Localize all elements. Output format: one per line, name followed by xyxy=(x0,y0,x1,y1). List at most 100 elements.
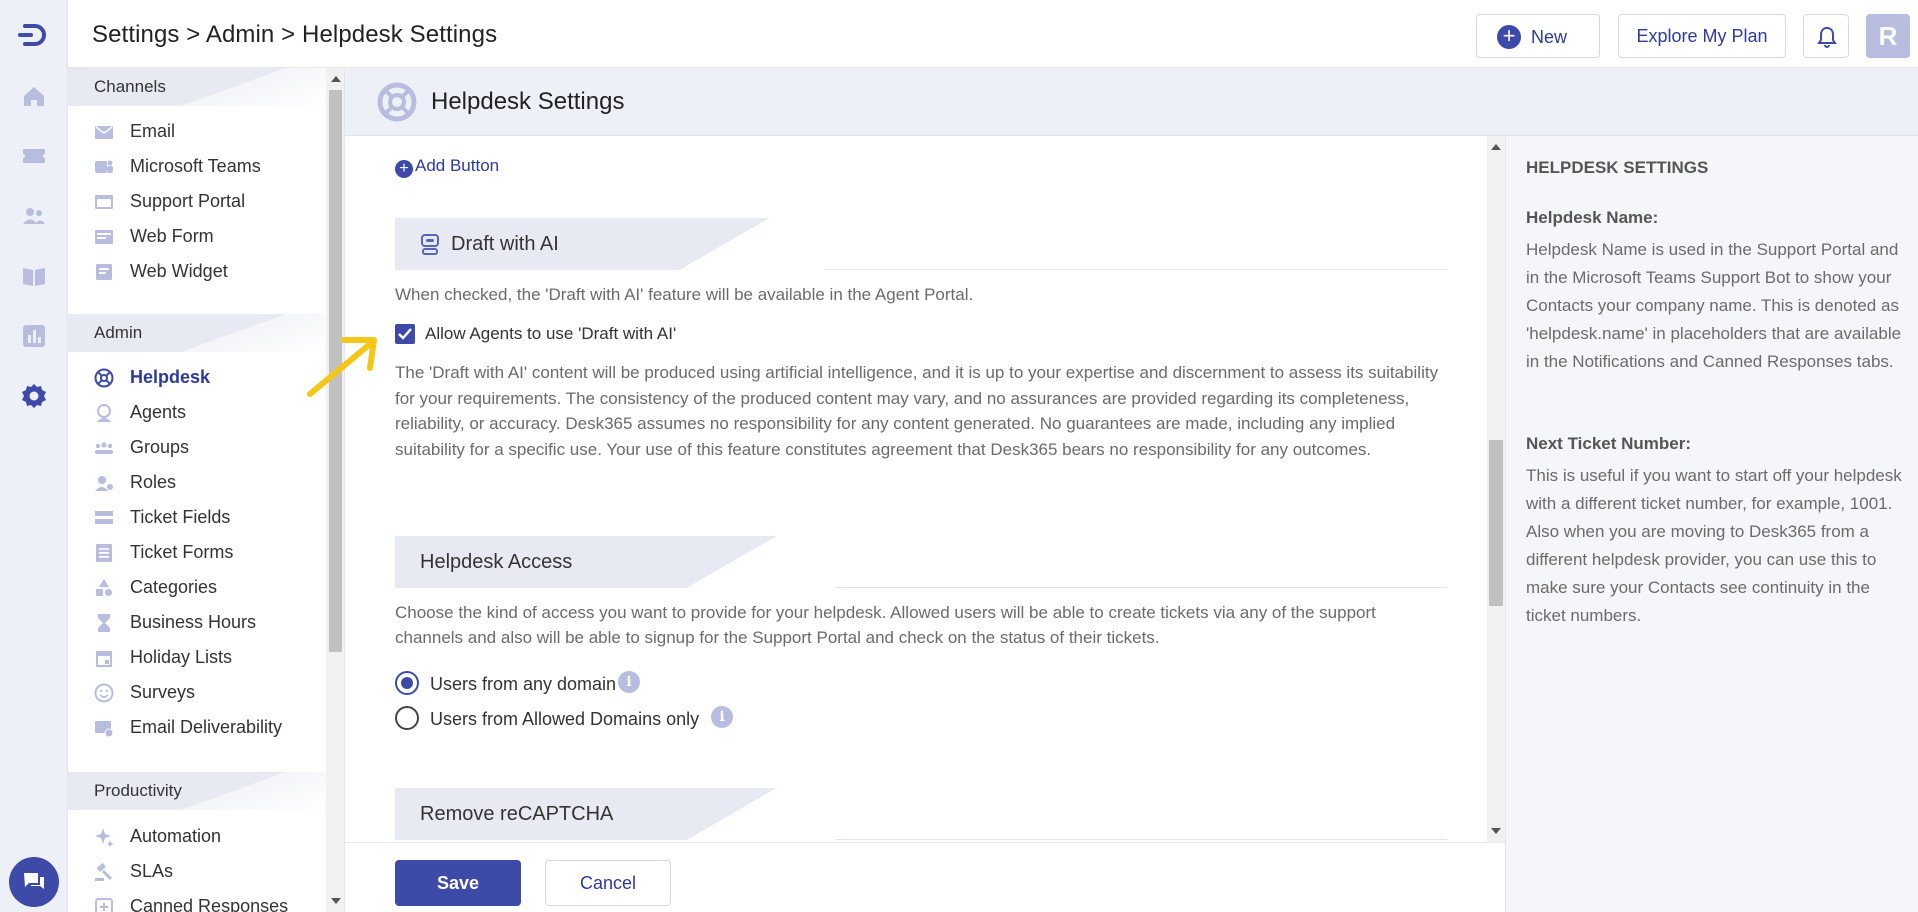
sidebar-item-label: Helpdesk xyxy=(130,367,211,387)
plus-circle-icon: + xyxy=(1497,25,1521,49)
content-scroll-thumb[interactable] xyxy=(1489,440,1503,606)
sidebar-item-groups[interactable]: Groups xyxy=(94,432,324,462)
radio-any-domain-label[interactable]: Users from any domain xyxy=(430,674,616,695)
teams-icon xyxy=(95,160,113,173)
settings-content: + Add Button Draft with AI When checked, … xyxy=(345,136,1487,842)
sidebar-item-email[interactable]: Email xyxy=(94,116,324,146)
sidebar-item-label: Microsoft Teams xyxy=(130,156,261,176)
sidebar-item-surveys[interactable]: Surveys xyxy=(94,677,324,707)
help-ticket-title: Next Ticket Number: xyxy=(1526,434,1692,453)
scroll-up-arrow-icon[interactable] xyxy=(1491,144,1501,150)
smiley-icon xyxy=(94,683,114,703)
section-productivity: Productivity xyxy=(68,772,326,810)
scroll-down-arrow-icon[interactable] xyxy=(1491,828,1501,834)
plus-circle-icon: + xyxy=(395,160,413,178)
section-title: Remove reCAPTCHA xyxy=(420,803,614,825)
reports-icon[interactable] xyxy=(20,322,48,350)
sidebar-item-label: Ticket Fields xyxy=(130,507,231,527)
sidebar-item-web-widget[interactable]: Web Widget xyxy=(94,256,324,286)
section-title: Draft with AI xyxy=(451,233,559,255)
info-icon[interactable]: i xyxy=(618,671,640,693)
knowledge-base-icon[interactable] xyxy=(20,262,48,290)
page-title: Helpdesk Settings xyxy=(431,88,625,115)
user-avatar[interactable]: R xyxy=(1866,14,1910,58)
tickets-icon[interactable] xyxy=(20,142,48,170)
content-scrollbar[interactable] xyxy=(1487,136,1505,842)
radio-allowed-domains[interactable] xyxy=(395,706,419,730)
sidebar-item-web-form[interactable]: Web Form xyxy=(94,221,324,251)
section-title: Productivity xyxy=(94,781,182,800)
home-icon[interactable] xyxy=(20,82,48,110)
desk365-logo-icon[interactable] xyxy=(17,18,51,52)
sidebar-item-ticket-fields[interactable]: Ticket Fields xyxy=(94,502,324,532)
sidebar-item-slas[interactable]: SLAs xyxy=(94,856,324,886)
sidebar-item-holiday-lists[interactable]: Holiday Lists xyxy=(94,642,324,672)
categories-icon xyxy=(96,579,112,596)
sidebar-scrollbar[interactable] xyxy=(326,68,344,912)
helpdesk-lifebuoy-icon xyxy=(377,82,417,122)
draft-disclaimer: The 'Draft with AI' content will be prod… xyxy=(395,363,1439,459)
settings-gear-icon[interactable] xyxy=(20,382,48,410)
canned-responses-icon xyxy=(95,898,113,912)
portal-icon xyxy=(95,195,113,209)
sidebar-item-microsoft-teams[interactable]: Microsoft Teams xyxy=(94,151,324,181)
sidebar-item-label: Canned Responses xyxy=(130,896,289,912)
sidebar-item-label: Web Widget xyxy=(130,261,228,281)
access-description: Choose the kind of access you want to pr… xyxy=(395,603,1376,647)
radio-allowed-domains-label[interactable]: Users from Allowed Domains only xyxy=(430,709,699,730)
sidebar-item-label: Email xyxy=(130,121,176,141)
web-widget-icon xyxy=(96,264,112,280)
sidebar-item-ticket-forms[interactable]: Ticket Forms xyxy=(94,537,324,567)
sidebar-item-support-portal[interactable]: Support Portal xyxy=(94,186,324,216)
left-rail xyxy=(0,0,68,912)
agents-icon xyxy=(97,404,111,422)
radio-any-domain[interactable] xyxy=(395,671,419,695)
help-ticket-text: This is useful if you want to start off … xyxy=(1526,466,1902,625)
gavel-icon xyxy=(95,862,113,881)
robot-icon xyxy=(421,234,439,255)
top-header: Settings > Admin > Helpdesk Settings + N… xyxy=(68,0,1918,68)
add-button-link[interactable]: + Add Button xyxy=(395,156,499,178)
sparkle-icon xyxy=(95,828,114,847)
sidebar-item-label: Ticket Forms xyxy=(130,542,234,562)
sidebar-item-label: Email Deliverability xyxy=(130,717,283,737)
sidebar-item-canned-responses[interactable]: Canned Responses xyxy=(94,891,324,912)
info-icon[interactable]: i xyxy=(711,706,733,728)
breadcrumb: Settings > Admin > Helpdesk Settings xyxy=(92,21,498,48)
contacts-icon[interactable] xyxy=(20,202,48,230)
explore-plan-button[interactable]: Explore My Plan xyxy=(1618,14,1786,58)
scroll-down-arrow-icon[interactable] xyxy=(331,898,341,904)
ticket-forms-icon xyxy=(96,544,112,562)
add-button-label: Add Button xyxy=(415,156,500,175)
sidebar-item-email-deliverability[interactable]: Email Deliverability xyxy=(94,712,324,742)
sidebar-item-label: Categories xyxy=(130,577,218,597)
settings-sidebar: Channels Email Microsoft Teams Support P… xyxy=(68,68,345,912)
sidebar-item-helpdesk[interactable]: Helpdesk xyxy=(94,362,324,392)
sidebar-item-business-hours[interactable]: Business Hours xyxy=(94,607,324,637)
sidebar-item-label: Surveys xyxy=(130,682,196,702)
web-form-icon xyxy=(95,230,113,244)
cancel-button[interactable]: Cancel xyxy=(545,860,671,906)
bell-icon xyxy=(1817,26,1837,48)
sidebar-item-roles[interactable]: Roles xyxy=(94,467,324,497)
notifications-button[interactable] xyxy=(1803,14,1849,58)
email-icon xyxy=(95,126,113,139)
sidebar-item-label: Roles xyxy=(130,472,177,492)
page-header: Helpdesk Settings xyxy=(345,68,1918,136)
scroll-up-arrow-icon[interactable] xyxy=(331,76,341,82)
sidebar-item-label: Holiday Lists xyxy=(130,647,233,667)
sidebar-item-automation[interactable]: Automation xyxy=(94,821,324,851)
chat-icon xyxy=(24,873,44,889)
sidebar-item-agents[interactable]: Agents xyxy=(94,397,324,427)
allow-draft-ai-checkbox[interactable] xyxy=(395,324,415,344)
new-button[interactable]: + New xyxy=(1476,14,1600,58)
chat-support-button[interactable] xyxy=(9,857,59,907)
save-button[interactable]: Save xyxy=(395,860,521,906)
sidebar-item-label: Web Form xyxy=(130,226,214,246)
sidebar-item-label: Groups xyxy=(130,437,190,457)
allow-draft-ai-label[interactable]: Allow Agents to use 'Draft with AI' xyxy=(425,324,676,344)
sidebar-item-categories[interactable]: Categories xyxy=(94,572,324,602)
section-channels: Channels xyxy=(68,68,326,106)
help-name-title: Helpdesk Name: xyxy=(1526,208,1659,227)
annotation-arrow-icon xyxy=(307,337,377,397)
